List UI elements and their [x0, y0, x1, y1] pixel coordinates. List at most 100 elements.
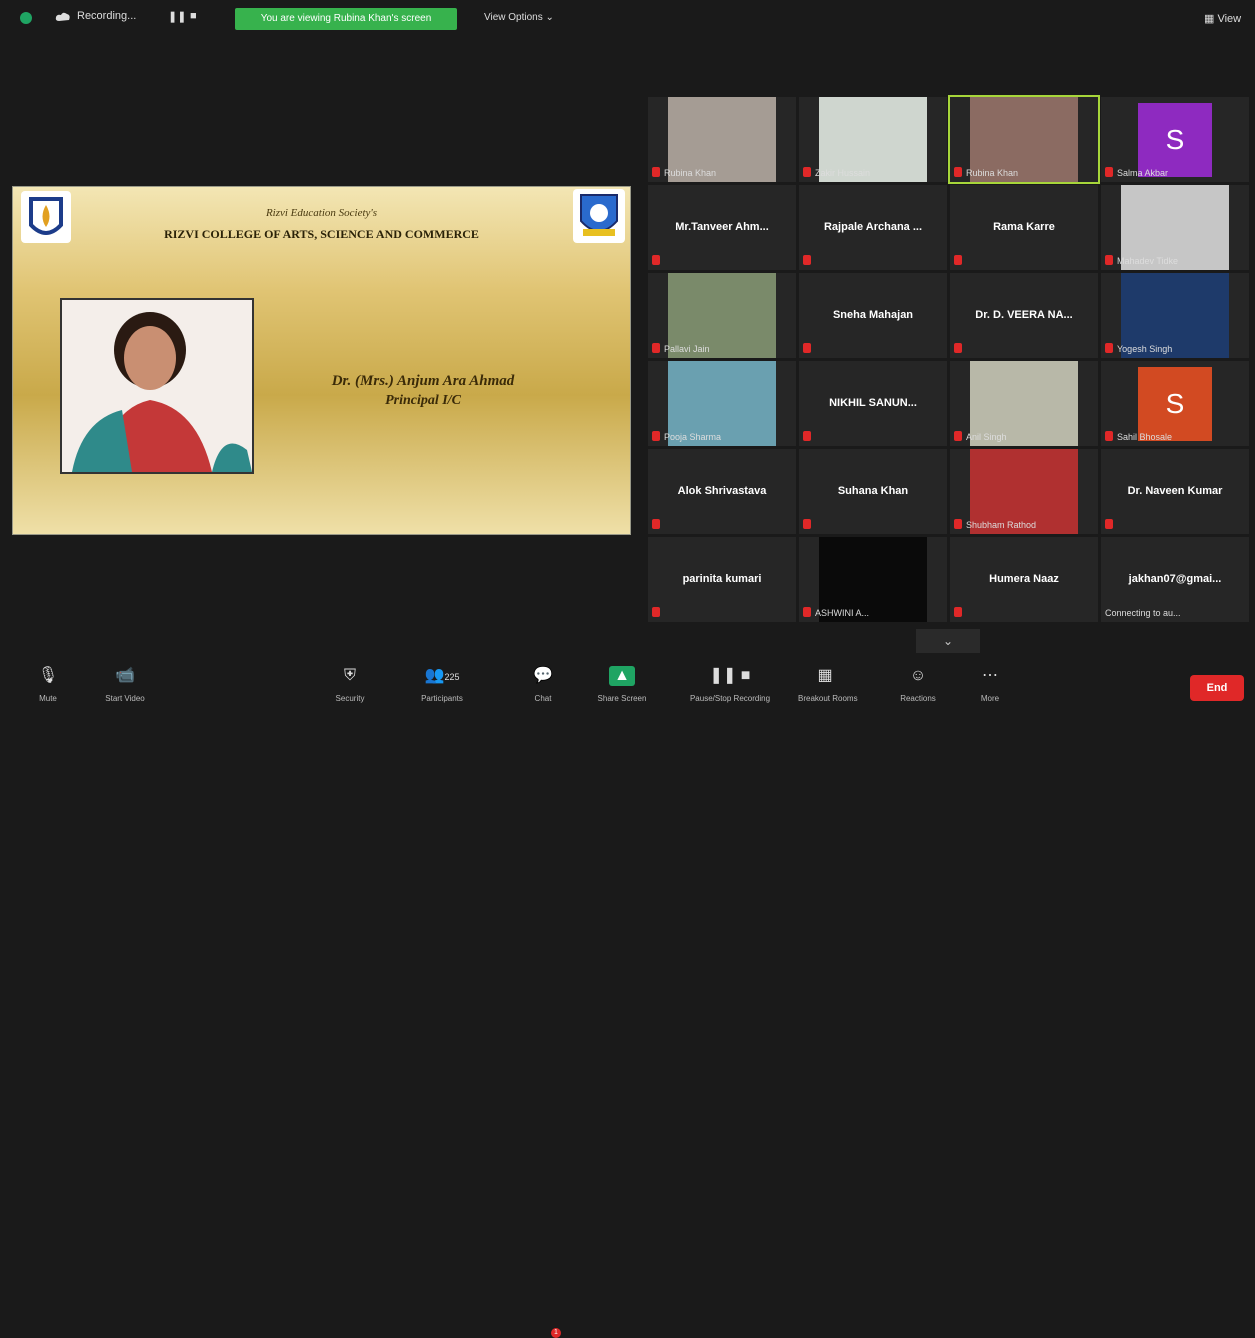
participant-label: Rubina Khan [966, 168, 1019, 178]
participant-tile[interactable]: Rubina Khan [948, 95, 1100, 184]
participant-tile[interactable]: jakhan07@gmai... Connecting to au... [1101, 537, 1249, 622]
stop-recording-icon[interactable]: ■ [190, 10, 197, 22]
participant-label: Pallavi Jain [664, 344, 710, 354]
share-screen-icon: ▲ [588, 666, 656, 686]
viewing-screen-banner: You are viewing Rubina Khan's screen [235, 8, 457, 30]
participants-label: Participants [421, 694, 463, 703]
participants-count: 225 [444, 672, 460, 682]
muted-mic-icon [803, 167, 811, 177]
share-screen-label: Share Screen [597, 694, 647, 703]
more-label: More [980, 694, 1000, 703]
participant-tile[interactable]: Anil Singh [950, 361, 1098, 446]
chat-icon: 💬 [533, 667, 553, 684]
start-video-button[interactable]: 📹 Start Video [100, 660, 150, 708]
participant-tile[interactable]: Sneha Mahajan [799, 273, 947, 358]
muted-mic-icon [652, 167, 660, 177]
muted-mic-icon [652, 343, 660, 353]
participant-tile[interactable]: Mahadev Tidke [1101, 185, 1249, 270]
pause-stop-recording-button[interactable]: ❚❚ ■ Pause/Stop Recording [680, 660, 780, 708]
participant-tile[interactable]: Humera Naaz [950, 537, 1098, 622]
video-off-icon: 📹 [115, 667, 135, 684]
chevron-down-icon[interactable]: ⌄ [916, 629, 980, 653]
recording-cloud-icon [55, 12, 70, 21]
participant-tile[interactable]: Mr.Tanveer Ahm... [648, 185, 796, 270]
reactions-label: Reactions [900, 694, 936, 703]
shared-screen: Rizvi Education Society's RIZVI COLLEGE … [12, 186, 631, 535]
participant-label: Shubham Rathod [966, 520, 1037, 530]
principal-name: Dr. (Mrs.) Anjum Ara Ahmad [331, 373, 515, 389]
muted-mic-icon [803, 519, 811, 529]
muted-mic-icon [1105, 167, 1113, 177]
recording-label: Recording... [77, 10, 137, 22]
participant-tile[interactable]: S Salma Akbar [1101, 97, 1249, 182]
muted-mic-icon [954, 167, 962, 177]
participant-tile[interactable]: Shubham Rathod [950, 449, 1098, 534]
muted-mic-icon [1105, 255, 1113, 265]
participant-name: Suhana Khan [837, 485, 909, 497]
participant-tile[interactable]: NIKHIL SANUN... [799, 361, 947, 446]
participant-tile[interactable]: Pooja Sharma [648, 361, 796, 446]
participant-label: Zakir Hussain [815, 168, 871, 178]
mute-button[interactable]: 🎙 Mute [30, 660, 66, 708]
principal-photo [60, 298, 254, 474]
view-options-dropdown[interactable]: View Options ⌄ [484, 12, 554, 23]
pause-recording-icon[interactable]: ❚❚ [168, 10, 186, 23]
muted-mic-icon [1105, 431, 1113, 441]
participant-label: Pooja Sharma [664, 432, 722, 442]
participant-label: ASHWINI A... [815, 608, 870, 618]
participant-name: Rama Karre [993, 221, 1055, 233]
end-meeting-button[interactable]: End [1190, 675, 1244, 701]
participant-tile[interactable]: parinita kumari [648, 537, 796, 622]
shield-icon: ⛨ [343, 667, 356, 684]
shield-icon[interactable] [20, 12, 32, 24]
muted-mic-icon [1105, 343, 1113, 353]
more-button[interactable]: ⋯ More [975, 660, 1005, 708]
participant-tile[interactable]: Alok Shrivastava [648, 449, 796, 534]
chat-label: Chat [534, 694, 552, 703]
start-video-label: Start Video [105, 694, 145, 703]
pause-stop-icon: ❚❚ ■ [709, 667, 751, 684]
muted-mic-icon [652, 607, 660, 617]
reactions-button[interactable]: ☺ Reactions [896, 660, 940, 708]
security-button[interactable]: ⛨ Security [330, 660, 370, 708]
participant-label: Salma Akbar [1117, 168, 1169, 178]
breakout-rooms-button[interactable]: ▦ Breakout Rooms [798, 660, 858, 708]
breakout-rooms-icon: ▦ [817, 667, 833, 684]
participant-tile[interactable]: Yogesh Singh [1101, 273, 1249, 358]
muted-mic-icon [1105, 519, 1113, 529]
muted-mic-icon [652, 519, 660, 529]
participants-button[interactable]: 👥225 Participants [412, 660, 472, 708]
view-button-label: View [1217, 13, 1242, 25]
participant-tile[interactable]: Dr. Naveen Kumar [1101, 449, 1249, 534]
portrait-image [62, 300, 252, 472]
chat-button[interactable]: 💬 Chat [528, 660, 558, 708]
participant-tile[interactable]: S Sahil Bhosale [1101, 361, 1249, 446]
mute-label: Mute [39, 694, 57, 703]
participant-tile[interactable]: Rubina Khan [648, 97, 796, 182]
muted-mic-icon [954, 607, 962, 617]
participant-tile[interactable]: Dr. D. VEERA NA... [950, 273, 1098, 358]
muted-mic-icon [954, 343, 962, 353]
principal-title: Principal I/C [385, 393, 461, 408]
participant-label: Mahadev Tidke [1117, 256, 1179, 266]
participant-tile[interactable]: Pallavi Jain [648, 273, 796, 358]
participant-tile[interactable]: Rajpale Archana ... [799, 185, 947, 270]
view-button[interactable]: ▦ View [1204, 12, 1241, 25]
participant-name: Dr. Naveen Kumar [1127, 485, 1223, 497]
participant-name: NIKHIL SANUN... [829, 397, 917, 409]
security-label: Security [335, 694, 365, 703]
participant-tile[interactable]: Zakir Hussain [799, 97, 947, 182]
participant-tile[interactable]: Suhana Khan [799, 449, 947, 534]
participant-label: Anil Singh [966, 432, 1007, 442]
participant-tile[interactable]: ASHWINI A... [799, 537, 947, 622]
top-bar: Recording... ❚❚ ■ You are viewing Rubina… [0, 0, 1255, 36]
participant-tile[interactable]: Rama Karre [950, 185, 1098, 270]
muted-mic-icon [954, 519, 962, 529]
participant-name: Dr. D. VEERA NA... [975, 309, 1073, 321]
muted-mic-icon [652, 255, 660, 265]
muted-mic-icon [803, 255, 811, 265]
participant-label: Sahil Bhosale [1117, 432, 1173, 442]
share-screen-button[interactable]: ▲ Share Screen [588, 660, 656, 708]
muted-mic-icon [954, 431, 962, 441]
connecting-status: Connecting to au... [1105, 608, 1181, 618]
